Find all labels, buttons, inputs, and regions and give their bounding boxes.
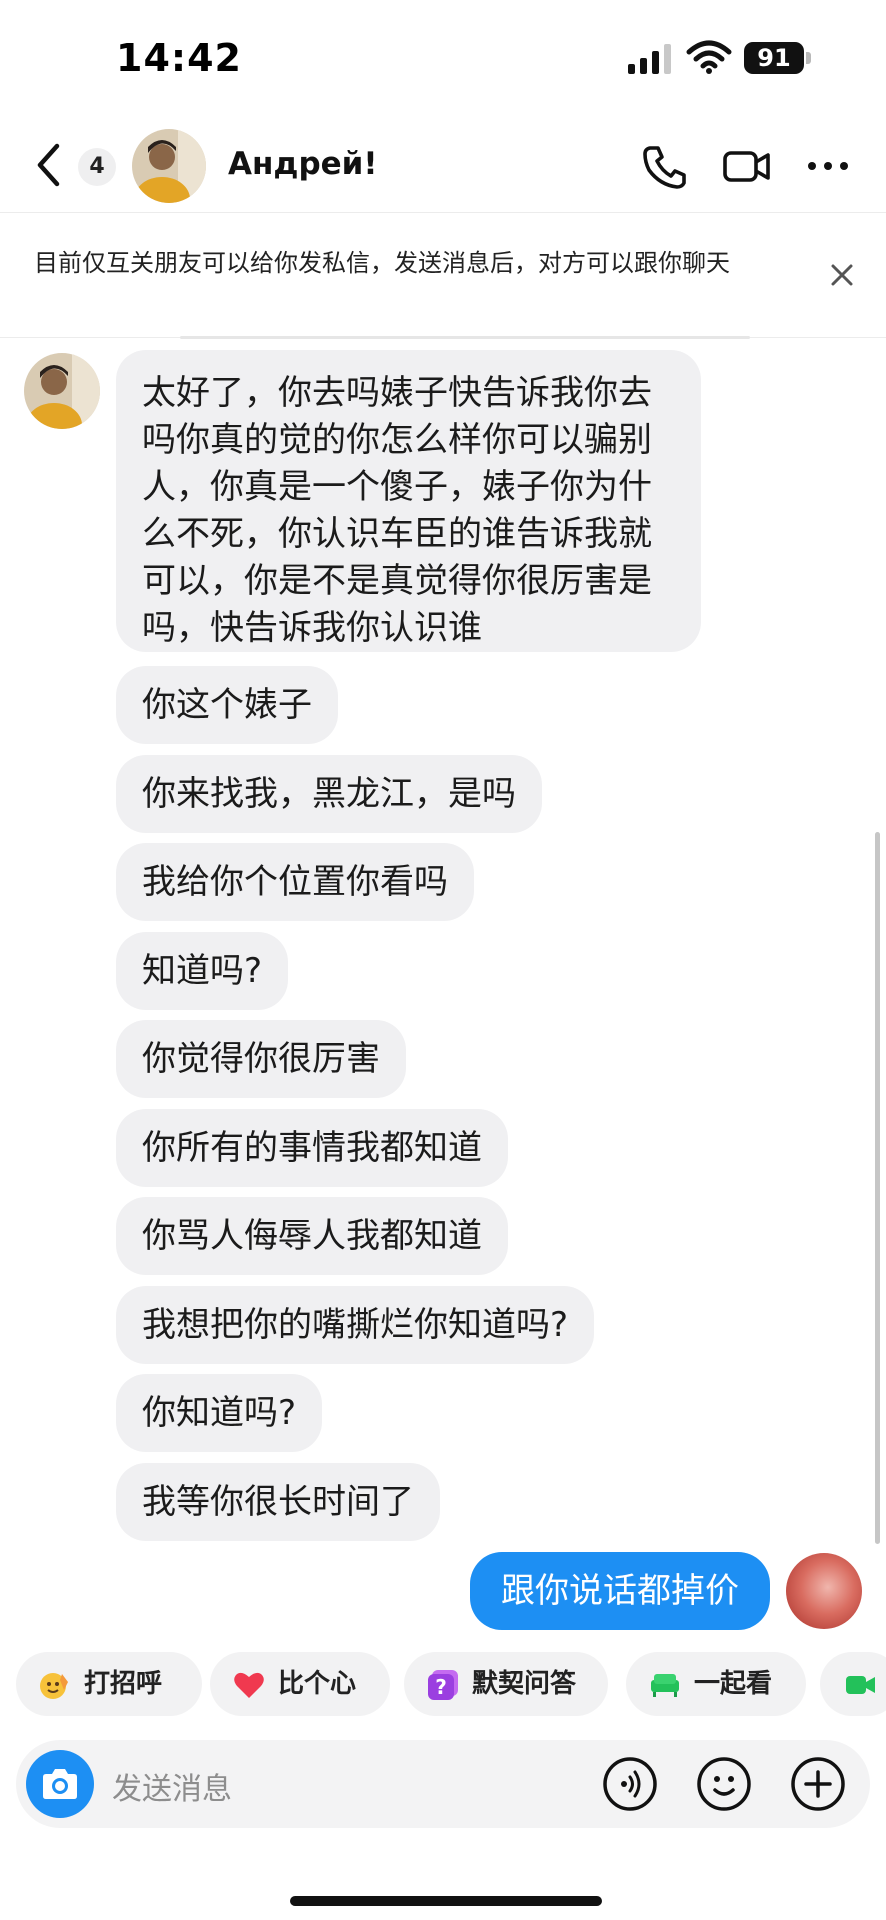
sender-avatar[interactable] — [24, 353, 100, 429]
quick-reply-heart[interactable]: 比个心 — [210, 1652, 390, 1716]
message-line: 太好了，你去吗婊子快告诉我你去 — [142, 373, 652, 413]
plus-icon[interactable] — [790, 1756, 846, 1812]
message-bubble-incoming[interactable]: 你知道吗? — [116, 1374, 323, 1452]
wave-hand-emoji-icon — [40, 1673, 68, 1699]
message-bubble-outgoing[interactable]: 跟你说话都掉价 — [470, 1552, 770, 1630]
quick-reply-greet[interactable]: 打招呼 — [16, 1652, 202, 1716]
contact-name[interactable]: Андрей! — [228, 146, 378, 182]
message-input[interactable]: 发送消息 — [112, 1764, 232, 1808]
message-line: 吗你真的觉的你怎么样你可以骗别 — [142, 420, 652, 460]
status-time: 14:42 — [116, 36, 242, 80]
chip-label: 一起看 — [694, 1669, 773, 1699]
video-call-icon[interactable] — [722, 142, 772, 190]
close-icon[interactable] — [826, 259, 858, 291]
sofa-icon — [651, 1674, 679, 1697]
emoji-icon[interactable] — [696, 1756, 752, 1812]
message-line: 么不死，你认识车臣的谁告诉我就 — [142, 514, 652, 554]
battery-icon: 91 — [744, 42, 811, 74]
unread-count-badge[interactable]: 4 — [78, 148, 116, 186]
divider — [180, 336, 750, 339]
privacy-notice: 目前仅互关朋友可以给你发私信，发送消息后，对方可以跟你聊天 — [0, 212, 886, 338]
home-indicator[interactable] — [290, 1896, 602, 1906]
more-options-icon[interactable] — [803, 142, 853, 190]
chip-label: 比个心 — [278, 1669, 357, 1699]
voice-icon[interactable] — [602, 1756, 658, 1812]
notice-text: 目前仅互关朋友可以给你发私信，发送消息后，对方可以跟你聊天 — [34, 249, 730, 277]
camera-button[interactable] — [26, 1750, 94, 1818]
quick-reply-video[interactable] — [820, 1652, 886, 1716]
message-bubble-incoming[interactable]: 你这个婊子 — [116, 666, 338, 744]
chip-label: 默契问答 — [472, 1669, 577, 1699]
chat-header: 4 Андрей! — [0, 120, 886, 212]
message-bubble-incoming[interactable]: 我想把你的嘴撕烂你知道吗? — [116, 1286, 595, 1364]
message-bubble-incoming[interactable]: 你骂人侮辱人我都知道 — [116, 1197, 508, 1275]
quick-reply-quiz[interactable]: ? 默契问答 — [404, 1652, 608, 1716]
message-bubble-incoming[interactable]: 你来找我，黑龙江，是吗 — [116, 755, 542, 833]
message-line: 可以，你是不是真觉得你很厉害是 — [142, 561, 652, 601]
message-bubble-incoming[interactable]: 你觉得你很厉害 — [116, 1020, 406, 1098]
message-bubble-incoming[interactable]: 知道吗? — [116, 932, 289, 1010]
message-line: 吗，快告诉我你认识谁 — [142, 608, 482, 648]
svg-text:?: ? — [435, 1675, 447, 1699]
battery-level: 91 — [744, 42, 804, 74]
message-input-bar: 发送消息 — [16, 1740, 870, 1828]
contact-avatar[interactable] — [132, 129, 206, 203]
message-bubble-incoming[interactable]: 我给你个位置你看吗 — [116, 843, 474, 921]
message-bubble-incoming[interactable]: 你所有的事情我都知道 — [116, 1109, 508, 1187]
message-bubble-incoming[interactable]: 太好了，你去吗婊子快告诉我你去 吗你真的觉的你怎么样你可以骗别 人，你真是一个傻… — [116, 350, 701, 652]
heart-icon — [234, 1672, 264, 1698]
status-bar: 14:42 91 — [0, 0, 886, 120]
wifi-icon — [686, 40, 732, 74]
signal-icon — [628, 44, 671, 74]
back-arrow-icon[interactable] — [30, 140, 70, 190]
message-line: 人，你真是一个傻子，婊子你为什 — [142, 467, 652, 507]
camera-icon — [43, 1769, 77, 1799]
scrollbar[interactable] — [875, 832, 880, 1544]
my-avatar[interactable] — [786, 1553, 862, 1629]
message-bubble-incoming[interactable]: 我等你很长时间了 — [116, 1463, 440, 1541]
quick-reply-watch-together[interactable]: 一起看 — [626, 1652, 806, 1716]
video-icon — [846, 1676, 875, 1694]
phone-icon[interactable] — [640, 142, 690, 190]
chip-label: 打招呼 — [84, 1669, 163, 1699]
question-card-icon: ? — [428, 1670, 458, 1700]
